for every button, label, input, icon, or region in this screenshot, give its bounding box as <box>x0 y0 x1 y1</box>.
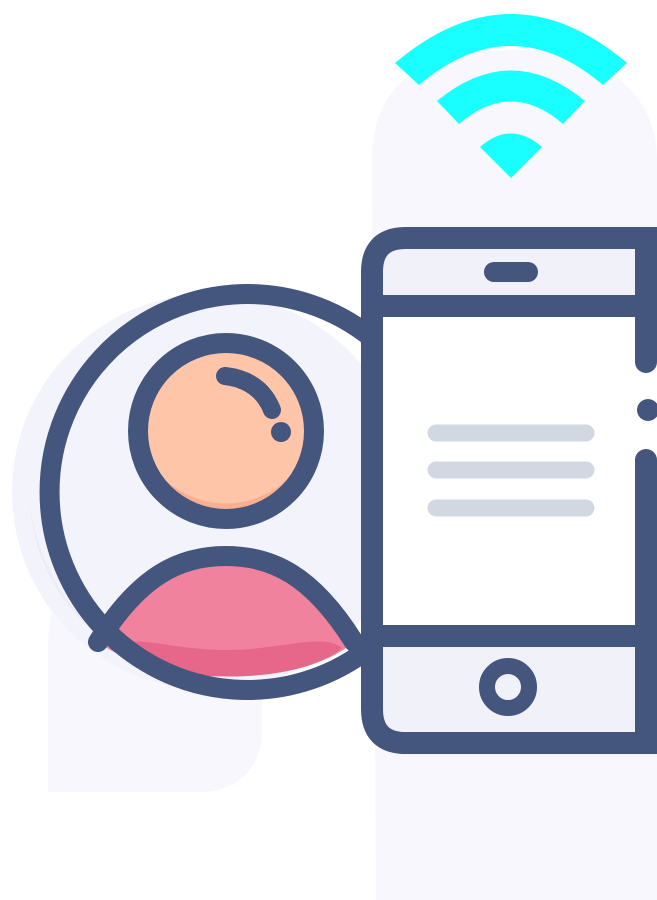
smartphone-icon <box>361 227 657 754</box>
illustration-canvas <box>0 0 657 900</box>
user-phone-wifi-illustration <box>12 14 657 900</box>
phone-speaker <box>484 262 538 282</box>
phone-bottom-bezel <box>372 636 657 743</box>
user-avatar-icon <box>12 284 408 700</box>
avatar-head-highlight-dot <box>271 422 291 442</box>
